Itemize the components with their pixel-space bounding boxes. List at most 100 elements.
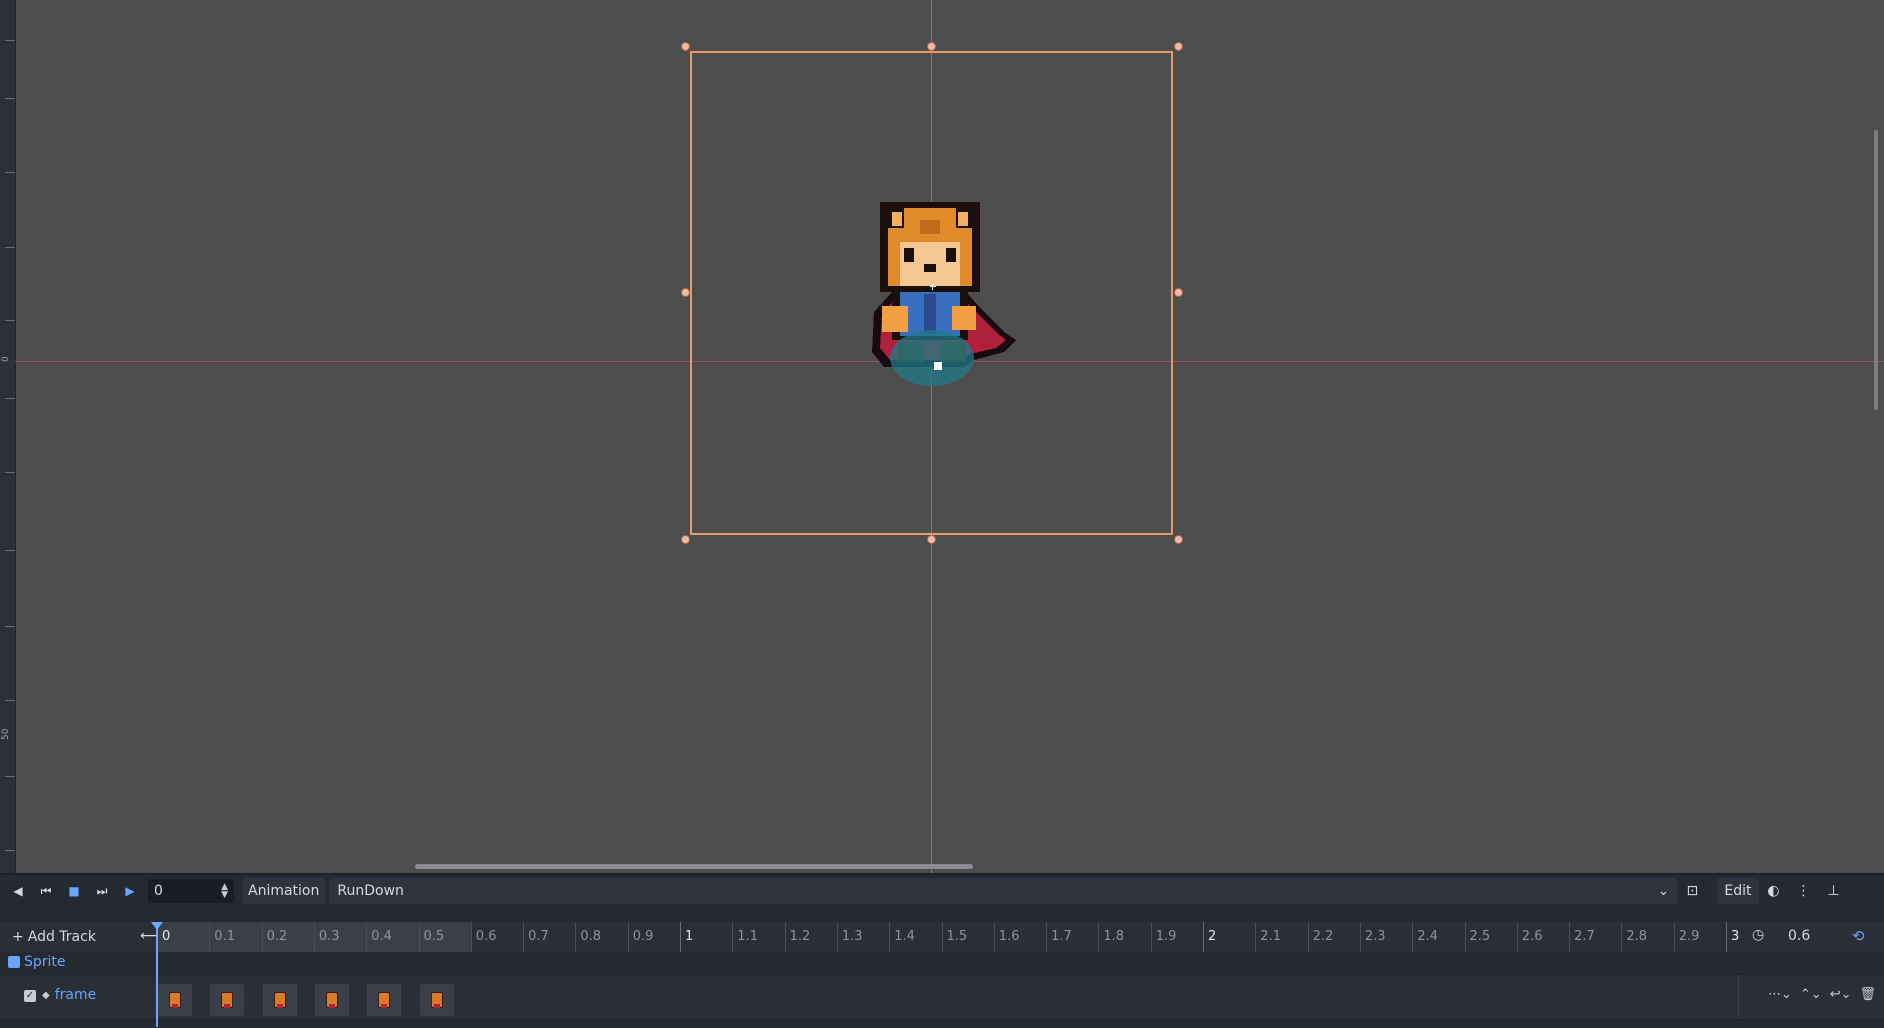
more-options-icon[interactable]: ⋮: [1789, 878, 1819, 904]
current-animation: RunDown: [337, 883, 404, 899]
timeline-tick: 2.7: [1569, 922, 1621, 952]
handle-bottom[interactable]: [927, 535, 936, 544]
track-node-row: Sprite: [0, 952, 1884, 974]
play-icon[interactable]: ▶: [116, 878, 144, 904]
track-property-label: frame: [54, 987, 97, 1003]
handle-bottom-left[interactable]: [681, 535, 690, 544]
plus-icon: +: [12, 929, 24, 945]
keyframe-thumbnail-icon: [325, 992, 338, 1008]
keyframe[interactable]: [158, 984, 192, 1016]
timeline-tick: 0.2: [261, 922, 314, 952]
keyframe[interactable]: [314, 984, 349, 1016]
horizontal-scrollbar[interactable]: [415, 864, 973, 869]
handle-bottom-right[interactable]: [1174, 535, 1183, 544]
timeline-tick: 0.1: [209, 922, 261, 952]
timeline-tick: 1.2: [784, 922, 837, 952]
timeline-tick: 1.3: [836, 922, 889, 952]
chevron-down-icon: ⌄: [1657, 883, 1670, 899]
timeline-tick: 1.9: [1150, 922, 1203, 952]
keyframe[interactable]: [419, 984, 454, 1016]
timeline-tick: 0.7: [523, 922, 575, 952]
autoplay-icon[interactable]: ⊡: [1677, 878, 1707, 904]
timeline-tick: 0.6: [470, 922, 523, 952]
animation-toolbar: ◀ ⏮ ■ ⏭ ▶ 0 ▲ ▼ Animation RunDown ⌄ ⊡ Edi…: [0, 875, 1884, 907]
timeline-tick: 1.8: [1098, 922, 1150, 952]
timeline-tick: 2.2: [1307, 922, 1360, 952]
play-from-start-icon[interactable]: ⏭: [88, 878, 116, 904]
sprite-node-icon: [8, 956, 20, 968]
add-track-button[interactable]: + Add Track: [12, 926, 96, 948]
timeline-tick: 1: [680, 922, 732, 952]
timeline-tick: 2.9: [1673, 922, 1726, 952]
animation-label: Animation: [242, 878, 326, 904]
time-spinbox[interactable]: 0 ▲ ▼: [148, 879, 234, 903]
character-sprite[interactable]: [864, 202, 1024, 392]
timeline-tick: 2.6: [1516, 922, 1569, 952]
interpolation-icon[interactable]: ⌃⌄: [1800, 987, 1822, 1002]
animation-panel: ◀ ⏮ ■ ⏭ ▶ 0 ▲ ▼ Animation RunDown ⌄ ⊡ Edi…: [0, 873, 1884, 1028]
timeline-tick: 1.4: [889, 922, 941, 952]
timeline-tick: 1.7: [1046, 922, 1098, 952]
onion-skin-icon[interactable]: ◐: [1759, 878, 1789, 904]
timeline-tick: 0.3: [313, 922, 366, 952]
play-backwards-from-end-icon[interactable]: ⏮: [32, 878, 60, 904]
animation-length-value[interactable]: 0.6: [1788, 928, 1810, 944]
timeline-tick: 1.1: [732, 922, 784, 952]
update-mode-icon[interactable]: ⋯⌄: [1768, 987, 1792, 1002]
add-track-label: Add Track: [27, 929, 96, 945]
playhead-marker[interactable]: [151, 922, 163, 930]
pin-icon[interactable]: ⊥: [1819, 878, 1849, 904]
track-enabled-checkbox[interactable]: ✓: [24, 990, 36, 1002]
timeline-tick: 2: [1203, 922, 1255, 952]
vertical-ruler: 0 50: [0, 0, 16, 873]
handle-left[interactable]: [681, 288, 690, 297]
keyframe[interactable]: [262, 984, 297, 1016]
timeline-tick: 2.5: [1464, 922, 1517, 952]
stop-icon[interactable]: ■: [60, 878, 88, 904]
spin-arrows-icon[interactable]: ▲ ▼: [221, 883, 228, 900]
diamond-icon: ◆: [42, 989, 50, 1001]
trash-icon[interactable]: 🗑: [1859, 987, 1876, 1002]
keyframe[interactable]: [210, 984, 245, 1016]
keyframe-thumbnail-icon: [378, 992, 391, 1008]
keyframe-thumbnail-icon: [221, 992, 234, 1008]
animation-select[interactable]: RunDown ⌄: [329, 878, 1678, 904]
edit-button[interactable]: Edit: [1717, 878, 1759, 904]
keyframe-thumbnail-icon: [169, 992, 181, 1008]
timeline-tick: 1.6: [993, 922, 1046, 952]
handle-top-right[interactable]: [1174, 42, 1183, 51]
frame-track[interactable]: ✓ ◆ frame ⋯⌄ ⌃⌄ ↩⌄ 🗑: [0, 974, 1884, 1020]
keyframe-thumbnail-icon: [430, 992, 443, 1008]
play-backwards-icon[interactable]: ◀: [4, 878, 32, 904]
timeline-tick: 1.5: [941, 922, 994, 952]
handle-top-left[interactable]: [681, 42, 690, 51]
vertical-scrollbar[interactable]: [1874, 130, 1878, 410]
handle-right[interactable]: [1174, 288, 1183, 297]
timeline-tick: 2.1: [1255, 922, 1307, 952]
ruler-label-50: 50: [1, 728, 11, 740]
timeline-ruler[interactable]: 0 0.1 0.2 0.3 0.4 0.5 0.6 0.7 0.8 0.9 1 1.1 1.2 1.3 1.…: [157, 922, 1739, 952]
timeline-tick: 0.4: [366, 922, 418, 952]
time-value: 0: [154, 883, 163, 899]
timeline-tick: 0.9: [627, 922, 680, 952]
sprite-node[interactable]: Sprite: [8, 954, 66, 970]
track-tools: ⋯⌄ ⌃⌄ ↩⌄ 🗑: [1768, 987, 1876, 1002]
sprite-node-label: Sprite: [24, 954, 66, 970]
timeline-header: + Add Track ⟷ 0 0.1 0.2 0.3 0.4 0.5 0.6 0.7 0.8 0…: [0, 922, 1884, 952]
handle-top[interactable]: [927, 42, 936, 51]
timeline-tick: 0.8: [575, 922, 627, 952]
loop-wrap-icon[interactable]: ↩⌄: [1830, 987, 1852, 1002]
timeline-tick: 0.5: [418, 922, 471, 952]
playhead[interactable]: [156, 922, 158, 1027]
timeline-tick: 0: [157, 922, 209, 952]
ruler-label-0: 0: [1, 356, 11, 362]
keyframe[interactable]: [367, 984, 402, 1016]
clock-icon: ◷: [1752, 927, 1765, 943]
canvas-viewport[interactable]: 0 50: [0, 0, 1884, 873]
timeline-tick: 2.4: [1412, 922, 1464, 952]
track-separator: [1738, 975, 1739, 1019]
timeline-tick: 2.8: [1621, 922, 1673, 952]
loop-icon[interactable]: ⟲: [1852, 927, 1865, 945]
keyframe-thumbnail-icon: [273, 992, 286, 1008]
track-property[interactable]: ◆ frame: [42, 987, 96, 1003]
